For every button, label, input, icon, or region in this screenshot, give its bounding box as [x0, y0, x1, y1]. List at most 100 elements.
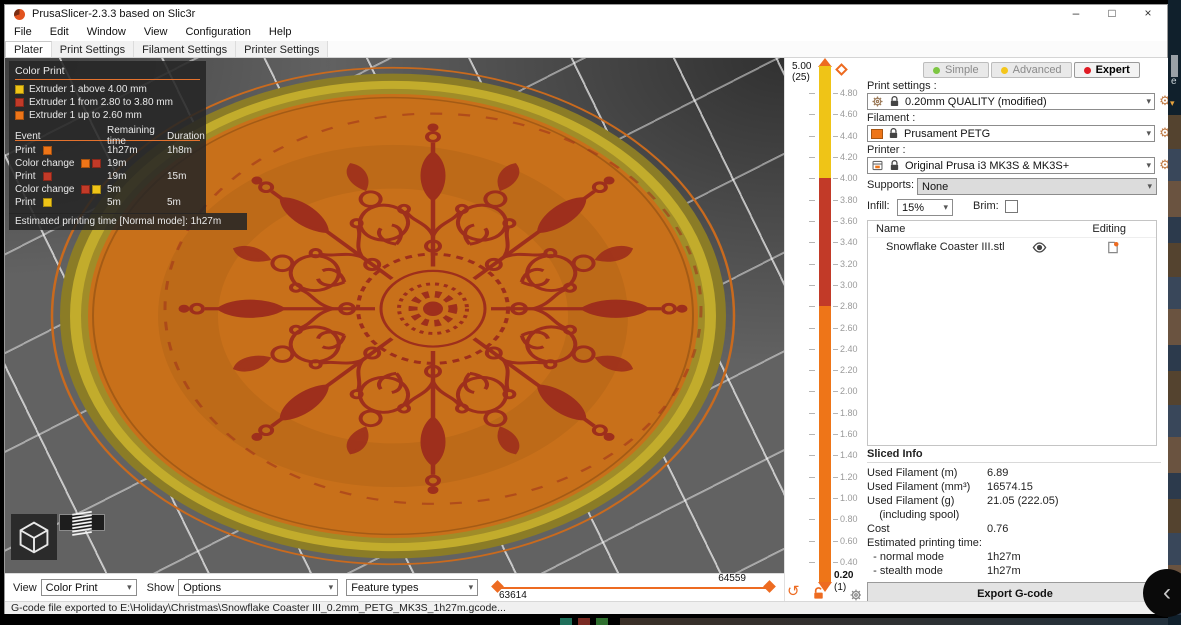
- list-header-name: Name: [876, 223, 906, 235]
- layer-tick: 1.40: [785, 450, 862, 461]
- object-row[interactable]: Snowflake Coaster III.stl: [868, 238, 1156, 256]
- infill-label: Infill:: [867, 200, 890, 212]
- close-button[interactable]: ×: [1133, 5, 1163, 23]
- editor-view-button[interactable]: [11, 514, 57, 560]
- menu-view[interactable]: View: [135, 24, 177, 40]
- eye-icon[interactable]: [1032, 240, 1047, 255]
- sliced-info: Sliced Info Used Filament (m) 6.89 Used Fi…: [867, 448, 1161, 578]
- view-select[interactable]: Color Print ▾: [40, 579, 137, 596]
- move-slider-right-handle[interactable]: [763, 579, 776, 593]
- brim-checkbox[interactable]: [1005, 200, 1018, 213]
- infill-select[interactable]: 15% ▾: [897, 199, 953, 216]
- status-text: G-code file exported to E:\Holiday\Chris…: [11, 602, 506, 614]
- chevron-down-icon: ▾: [1146, 160, 1151, 170]
- move-slider-line[interactable]: [497, 587, 769, 589]
- sliced-info-row: (including spool): [867, 509, 960, 521]
- chevron-down-icon: ▾: [328, 582, 334, 592]
- undo-color-change-icon[interactable]: ↺: [787, 584, 800, 599]
- layer-slider-min-value: 0.20: [834, 570, 854, 581]
- mode-button-simple[interactable]: Simple: [923, 62, 989, 78]
- layer-tick: 3.00: [785, 280, 862, 291]
- legend-extruder-row: Extruder 1 above 4.00 mm: [15, 83, 200, 96]
- color-chip: [42, 146, 52, 155]
- legend-event-row: Print 19m 15m: [15, 171, 187, 182]
- menu-bar: File Edit Window View Configuration Help: [5, 23, 1167, 41]
- background-window-strip: e ▾: [1168, 0, 1181, 625]
- mode-dot-icon: [1000, 66, 1008, 74]
- layer-slider-min-layer: (1): [834, 582, 847, 593]
- preview-view-button[interactable]: [59, 510, 105, 536]
- mode-switcher: Simple Advanced Expert: [923, 62, 1140, 78]
- supports-label: Supports:: [867, 179, 915, 191]
- legend-title: Color Print: [15, 65, 65, 77]
- edit-object-icon[interactable]: [1105, 240, 1120, 255]
- desktop-fragment: [578, 618, 590, 625]
- app-logo-icon: [14, 8, 25, 20]
- move-slider-max-label: 64559: [718, 573, 746, 584]
- window-title: PrusaSlicer-2.3.3 based on Slic3r: [32, 8, 196, 20]
- maximize-button[interactable]: □: [1097, 5, 1127, 23]
- move-slider[interactable]: 64559 63614: [487, 573, 784, 602]
- color-chip: [92, 185, 102, 194]
- list-header-editing: Editing: [1092, 223, 1126, 235]
- chevron-down-icon: ▾: [468, 582, 474, 592]
- layer-tick: 2.20: [785, 365, 862, 376]
- status-bar: G-code file exported to E:\Holiday\Chris…: [5, 601, 1167, 614]
- feature-types-select[interactable]: Feature types ▾: [346, 579, 479, 596]
- color-chip: [42, 198, 52, 207]
- filament-combo[interactable]: Prusament PETG ▾: [867, 125, 1155, 142]
- background-scrollbar-thumb: [1171, 55, 1178, 77]
- layer-tick: 3.60: [785, 216, 862, 227]
- menu-configuration[interactable]: Configuration: [176, 24, 259, 40]
- chevron-down-icon: ▾: [127, 582, 132, 592]
- preview-3d-viewport[interactable]: Color Print Extruder 1 above 4.00 mm Extr…: [5, 58, 784, 573]
- sliced-info-row: Cost 0.76: [867, 523, 1009, 535]
- mode-dot-icon: [933, 66, 940, 74]
- profile-gear-icon: [871, 95, 884, 108]
- supports-select[interactable]: None ▾: [917, 178, 1157, 195]
- app-window: PrusaSlicer-2.3.3 based on Slic3r – □ × …: [4, 4, 1171, 614]
- layer-slider-handle[interactable]: [835, 63, 848, 76]
- minimize-button[interactable]: –: [1061, 5, 1091, 23]
- tab-plater[interactable]: Plater: [5, 41, 52, 57]
- layers-icon: [71, 510, 93, 536]
- menu-help[interactable]: Help: [260, 24, 301, 40]
- legend-extruder-row: Extruder 1 from 2.80 to 3.80 mm: [15, 96, 200, 109]
- lock-icon: [890, 95, 899, 107]
- mode-button-expert[interactable]: Expert: [1073, 62, 1140, 78]
- sliced-info-row: - normal mode 1h27m: [867, 551, 1021, 563]
- color-chip: [81, 159, 91, 168]
- printer-combo[interactable]: Original Prusa i3 MK3S & MK3S+ ▾: [867, 157, 1155, 174]
- layer-tick: 4.60: [785, 109, 862, 120]
- menu-file[interactable]: File: [5, 24, 41, 40]
- tab-filament-settings[interactable]: Filament Settings: [134, 41, 237, 57]
- menu-window[interactable]: Window: [78, 24, 135, 40]
- filament-label: Filament :: [867, 112, 916, 124]
- color-chip: [81, 185, 91, 194]
- layer-slider-max-value: 5.00: [792, 61, 812, 72]
- estimated-time-bar: Estimated printing time [Normal mode]: 1…: [9, 213, 247, 230]
- show-select[interactable]: Options ▾: [178, 579, 339, 596]
- legend-event-row: Print 1h27m 1h8m: [15, 145, 193, 156]
- legend-event-row: Print 5m 5m: [15, 197, 181, 208]
- object-list: Name Editing Snowflake Coaster III.stl: [867, 220, 1157, 446]
- layer-slider-strip: 5.00 (25) 4.80 4.60 4.40 4.20 4.00 3.80 3.60 3.…: [784, 58, 863, 602]
- layer-tick: 3.80: [785, 195, 862, 206]
- layer-tick: 0.80: [785, 514, 862, 525]
- print-settings-combo[interactable]: 0.20mm QUALITY (modified) ▾: [867, 93, 1155, 110]
- tab-print-settings[interactable]: Print Settings: [51, 41, 135, 57]
- view-label: View: [13, 581, 37, 594]
- layer-tick: 3.20: [785, 259, 862, 270]
- sliced-info-row: Used Filament (mm³) 16574.15: [867, 481, 1033, 493]
- title-bar: PrusaSlicer-2.3.3 based on Slic3r – □ ×: [5, 5, 1167, 23]
- brim-label: Brim:: [973, 200, 999, 212]
- unlock-icon[interactable]: [811, 586, 826, 601]
- color-chip: [92, 159, 102, 168]
- mode-button-advanced[interactable]: Advanced: [990, 62, 1072, 78]
- menu-edit[interactable]: Edit: [41, 24, 78, 40]
- background-arrow-icon: ▾: [1170, 98, 1175, 108]
- layer-tick: 1.60: [785, 429, 862, 440]
- sliced-info-row: Used Filament (g) 21.05 (222.05): [867, 495, 1059, 507]
- tab-printer-settings[interactable]: Printer Settings: [236, 41, 329, 57]
- desktop-fragment: [596, 618, 608, 625]
